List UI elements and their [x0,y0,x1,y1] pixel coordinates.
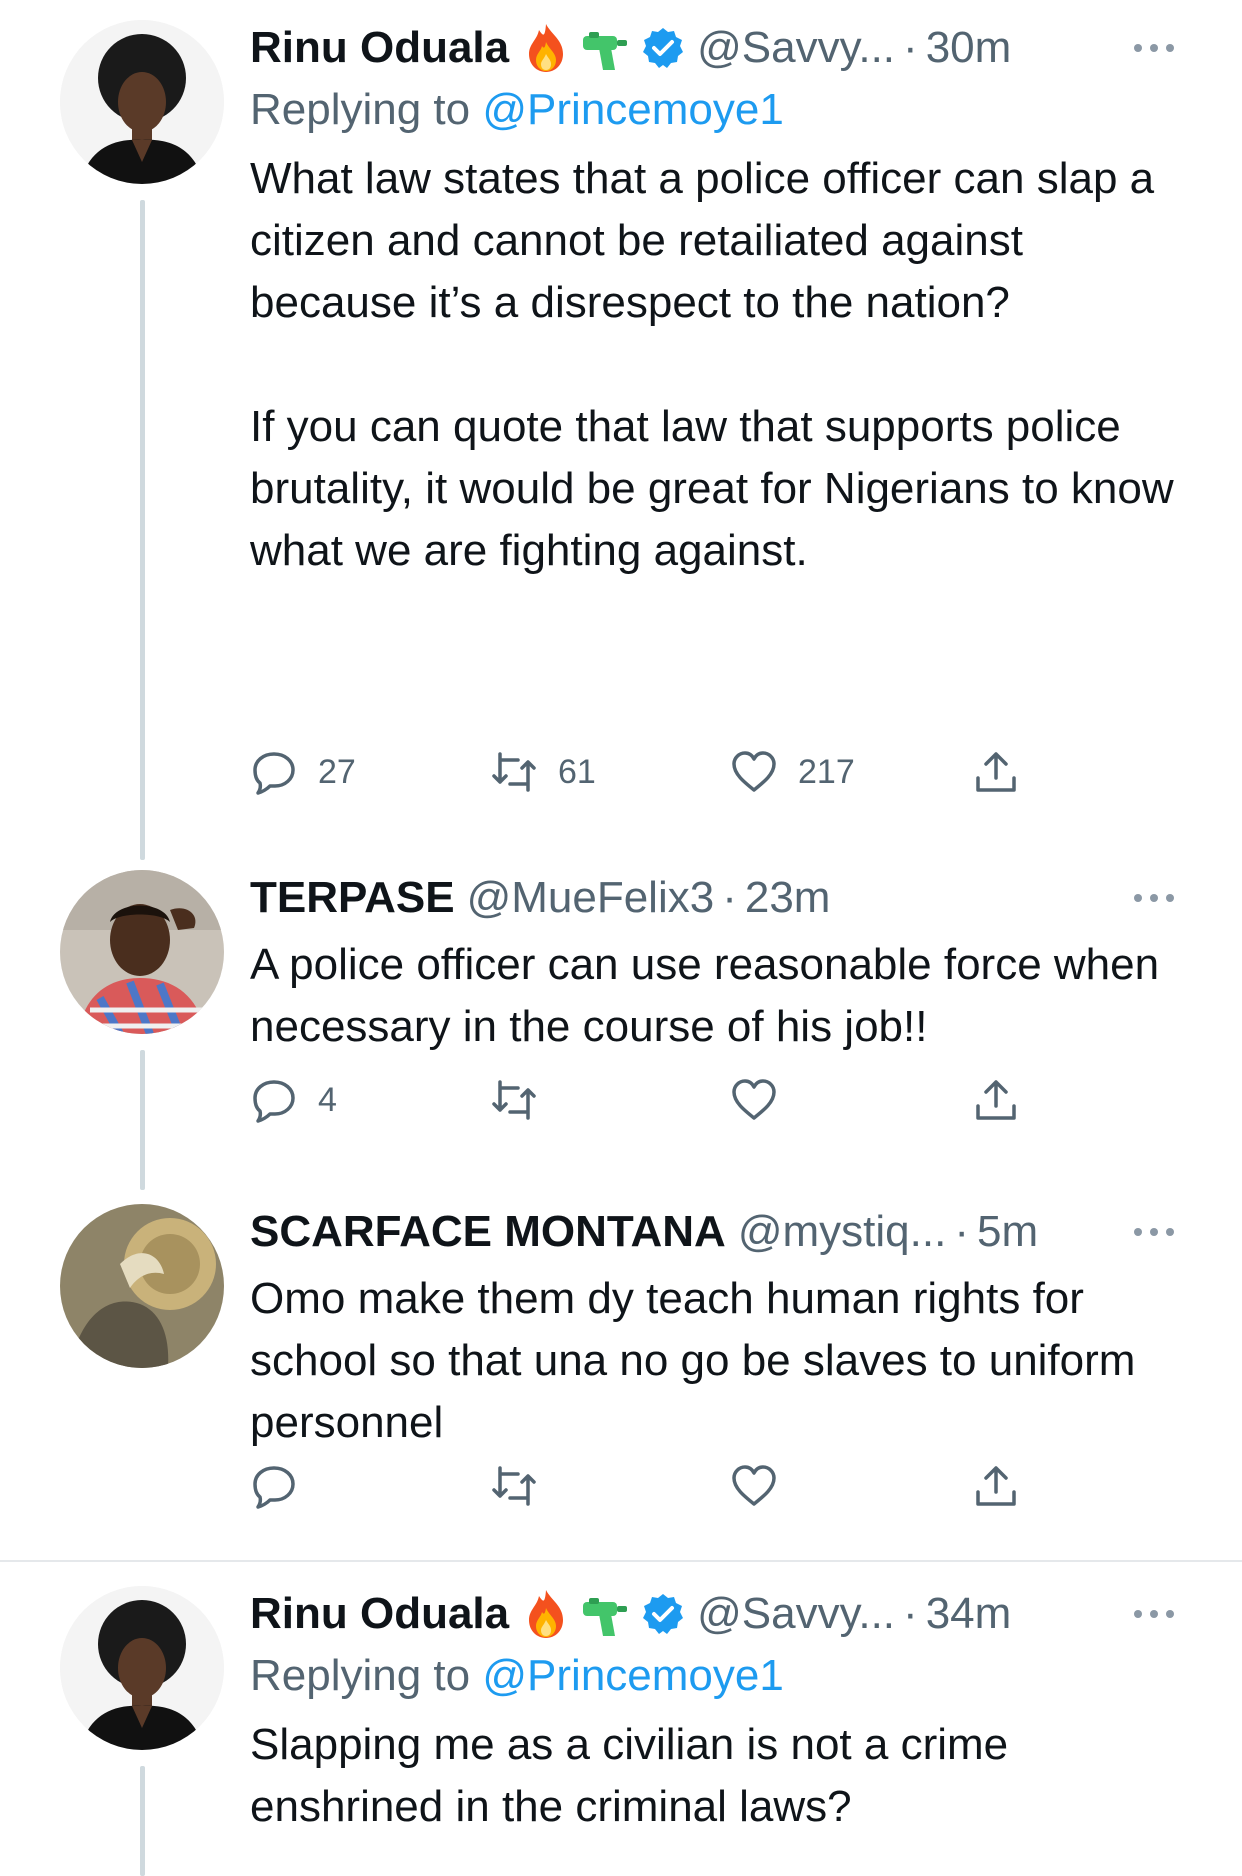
heart-icon [732,1079,776,1120]
reply-mention-link[interactable]: @Princemoye1 [482,1651,783,1700]
retweet-icon [492,752,536,792]
reply-count: 27 [318,752,356,791]
share-button[interactable] [972,1070,1020,1130]
tweet-4[interactable]: Rinu Oduala @Savvy... · 34m Replying to … [0,1586,1242,1876]
verified-badge-icon [641,1592,685,1636]
timestamp[interactable]: 23m [745,870,831,926]
tweet-paragraph: Slapping me as a civilian is not a crime… [250,1720,1009,1831]
more-options-icon[interactable] [1126,1586,1182,1642]
user-handle[interactable]: @MueFelix3 [467,870,715,926]
tweet-header: Rinu Oduala [250,1586,1182,1642]
avatar-rinu-oduala[interactable] [60,20,224,184]
avatar-scarface-montana[interactable] [60,1204,224,1368]
tweet-actions [250,1456,1050,1516]
retweet-button[interactable] [490,1456,538,1516]
reply-count: 4 [318,1080,337,1119]
reply-button[interactable]: 27 [250,742,356,802]
thread-line [140,200,145,860]
user-handle[interactable]: @Savvy... [697,20,895,76]
tweet-text: Omo make them dy teach human rights for … [250,1268,1182,1454]
share-icon [976,752,1016,792]
display-name[interactable]: Rinu Oduala [250,1586,509,1642]
retweet-button[interactable] [490,1070,538,1130]
avatar-rinu-oduala[interactable] [60,1586,224,1750]
share-button[interactable] [972,1456,1020,1516]
retweet-icon [492,1080,536,1120]
replying-to: Replying to @Princemoye1 [250,1646,1182,1706]
water-gun-emoji-icon [581,22,631,74]
tweet-3[interactable]: SCARFACE MONTANA @mystiq... · 5m Omo mak… [0,1204,1242,1544]
separator-dot: · [722,873,737,922]
reply-icon [253,752,295,795]
reply-icon [253,1080,295,1123]
user-handle[interactable]: @Savvy... [697,1586,895,1642]
reply-button[interactable]: 4 [250,1070,337,1130]
separator-dot: · [903,1589,918,1638]
replying-to: Replying to @Princemoye1 [250,80,1182,140]
tweet-paragraph: What law states that a police officer ca… [250,154,1155,327]
like-button[interactable] [730,1456,778,1516]
tweet-actions: 4 [250,1070,1050,1130]
retweet-button[interactable]: 61 [490,742,596,802]
avatar-image [60,1586,224,1750]
separator-dot: · [903,23,918,72]
tweet-header: Rinu Oduala [250,20,1182,76]
reply-icon [253,1466,295,1509]
user-handle[interactable]: @mystiq... [738,1204,946,1260]
tweet-2[interactable]: TERPASE @MueFelix3 · 23m A police office… [0,870,1242,1190]
share-icon [976,1080,1016,1120]
fire-emoji-icon [521,1588,571,1640]
avatar-image [60,1204,224,1368]
more-options-icon[interactable] [1126,20,1182,76]
heart-icon [732,751,776,792]
avatar-terpase[interactable] [60,870,224,1034]
reply-mention-link[interactable]: @Princemoye1 [482,85,783,134]
verified-badge-icon [641,26,685,70]
replying-to-label: Replying to [250,1651,471,1700]
retweet-icon [492,1466,536,1506]
like-button[interactable]: 217 [730,742,855,802]
reply-button[interactable] [250,1456,298,1516]
fire-emoji-icon [521,22,571,74]
timestamp[interactable]: 34m [926,1586,1012,1642]
timestamp[interactable]: 5m [977,1204,1038,1260]
display-name[interactable]: Rinu Oduala [250,20,509,76]
more-options-icon[interactable] [1126,870,1182,926]
avatar-image [60,20,224,184]
tweet-text: What law states that a police officer ca… [250,148,1182,582]
share-icon [976,1466,1016,1506]
tweet-text: A police officer can use reasonable forc… [250,934,1182,1058]
tweet-1[interactable]: Rinu Oduala @Savvy... · 30m Replying to … [0,20,1242,860]
conversation-divider [0,1560,1242,1562]
more-options-icon[interactable] [1126,1204,1182,1260]
replying-to-label: Replying to [250,85,471,134]
water-gun-emoji-icon [581,1588,631,1640]
display-name[interactable]: SCARFACE MONTANA [250,1204,726,1260]
heart-icon [732,1465,776,1506]
separator-dot: · [954,1207,969,1256]
like-count: 217 [798,752,855,791]
retweet-count: 61 [558,752,596,791]
tweet-actions: 27 61 217 [250,742,1050,802]
tweet-header: TERPASE @MueFelix3 · 23m [250,870,1182,926]
tweet-paragraph: A police officer can use reasonable forc… [250,940,1160,1051]
thread-line [140,1050,145,1190]
share-button[interactable] [972,742,1020,802]
timestamp[interactable]: 30m [926,20,1012,76]
avatar-image [60,870,224,1034]
tweet-header: SCARFACE MONTANA @mystiq... · 5m [250,1204,1182,1260]
display-name[interactable]: TERPASE [250,870,455,926]
like-button[interactable] [730,1070,778,1130]
thread-line [140,1766,145,1876]
tweet-paragraph: If you can quote that law that supports … [250,402,1174,575]
tweet-paragraph: Omo make them dy teach human rights for … [250,1274,1136,1447]
tweet-text: Slapping me as a civilian is not a crime… [250,1714,1182,1838]
